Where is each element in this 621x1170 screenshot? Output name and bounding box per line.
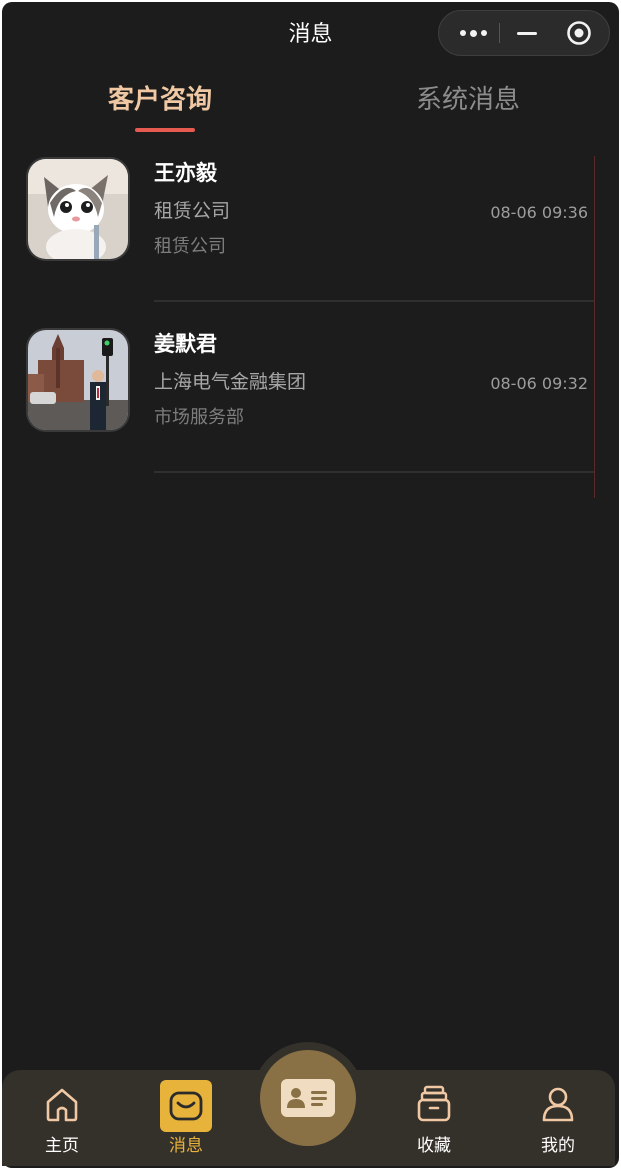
tab-system-messages[interactable]: 系统消息	[416, 80, 520, 120]
tabbar-label: 收藏	[417, 1136, 451, 1156]
id-card-icon	[281, 1079, 335, 1117]
message-time: 08-06 09:36	[490, 203, 588, 222]
avatar	[26, 328, 130, 432]
mini-program-capsule	[438, 10, 610, 56]
tabbar-item-favorites[interactable]: 收藏	[384, 1070, 484, 1166]
center-card-button[interactable]	[260, 1050, 356, 1146]
street-photo	[28, 330, 128, 430]
tabbar-label: 主页	[45, 1136, 79, 1156]
tabbar-label: 我的	[541, 1136, 575, 1156]
tabbar-item-home[interactable]: 主页	[12, 1070, 112, 1166]
tabbar-item-messages[interactable]: 消息	[136, 1070, 236, 1166]
tab-bar-top: 客户咨询 系统消息	[2, 80, 619, 140]
more-dots-icon[interactable]	[449, 11, 497, 55]
message-icon	[166, 1086, 206, 1126]
contact-company: 租赁公司	[154, 200, 231, 222]
contact-name: 姜默君	[154, 332, 217, 356]
message-time: 08-06 09:32	[490, 374, 588, 393]
avatar	[26, 157, 130, 261]
list-divider	[154, 471, 594, 473]
contact-company: 上海电气金融集团	[154, 371, 307, 393]
message-item[interactable]: 姜默君 上海电气金融集团 市场服务部 08-06 09:32	[2, 323, 619, 493]
contact-department: 市场服务部	[154, 407, 244, 428]
app-screen: 消息 客户咨询 系统消息 王亦毅 租赁公司 租赁公司 08-06 09:36 姜…	[2, 2, 619, 1168]
archive-box-icon	[414, 1084, 454, 1124]
tab-customer-inquiry[interactable]: 客户咨询	[108, 80, 212, 120]
active-tab-underline	[135, 128, 195, 132]
target-close-icon[interactable]	[557, 11, 601, 55]
contact-name: 王亦毅	[154, 161, 217, 185]
contact-department: 租赁公司	[154, 236, 226, 257]
cat-photo	[28, 159, 128, 259]
user-icon	[538, 1084, 578, 1124]
capsule-divider	[499, 23, 500, 43]
list-divider	[154, 300, 594, 302]
home-icon	[42, 1084, 82, 1124]
message-item[interactable]: 王亦毅 租赁公司 租赁公司 08-06 09:36	[2, 152, 619, 322]
minimize-icon[interactable]	[505, 11, 549, 55]
tabbar-label: 消息	[169, 1136, 203, 1156]
tabbar-item-me[interactable]: 我的	[508, 1070, 608, 1166]
